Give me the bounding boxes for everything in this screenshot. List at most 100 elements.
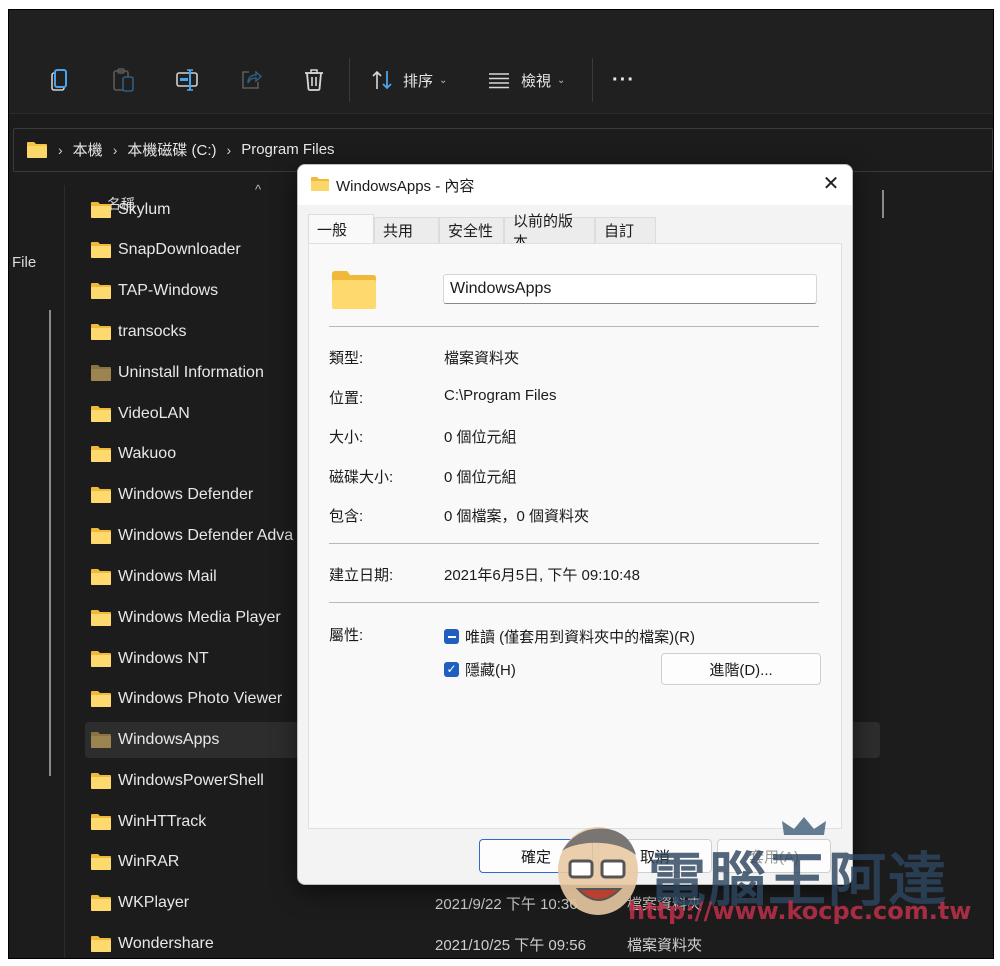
file-name: Wakuoo — [118, 445, 177, 462]
apply-button[interactable]: 套用(A) — [717, 839, 831, 873]
size-label: 大小: — [329, 429, 364, 446]
file-name: Skylum — [118, 201, 171, 218]
tab-security[interactable]: 安全性 — [439, 217, 504, 243]
paste-icon — [113, 68, 134, 92]
divider — [329, 543, 819, 544]
delete-button[interactable] — [303, 65, 325, 95]
file-name: transocks — [118, 323, 187, 340]
folder-icon — [91, 773, 111, 789]
folder-icon — [91, 854, 111, 870]
contains-label: 包含: — [329, 508, 364, 525]
large-folder-icon — [332, 271, 376, 309]
more-options-button[interactable]: ··· — [612, 65, 635, 95]
rename-icon — [176, 69, 198, 91]
file-type: 檔案資料夾 — [627, 895, 703, 913]
file-type: 檔案資料夾 — [627, 936, 703, 954]
file-name: WinHTTrack — [118, 813, 207, 830]
folder-icon — [91, 487, 111, 503]
folder-icon — [91, 895, 111, 911]
more-icon: ··· — [612, 68, 635, 91]
file-name: Windows Mail — [118, 568, 217, 585]
ok-button[interactable]: 確定 — [479, 839, 593, 873]
folder-icon — [91, 651, 111, 667]
toolbar-divider — [349, 58, 350, 102]
dialog-tabs: 一般 共用 安全性 以前的版本 自訂 — [308, 213, 656, 251]
location-value: C:\Program Files — [444, 387, 557, 404]
breadcrumb-chevron-icon: › — [58, 141, 63, 158]
tab-previous-versions[interactable]: 以前的版本 — [504, 213, 595, 251]
contains-value: 0 個檔案，0 個資料夾 — [444, 508, 590, 525]
file-name: WindowsPowerShell — [118, 772, 264, 789]
readonly-label: 唯讀 (僅套用到資料夾中的檔案)(R) — [465, 629, 695, 646]
hidden-checkbox[interactable]: ✓ 隱藏(H) — [444, 659, 516, 680]
folder-icon — [91, 528, 111, 544]
created-label: 建立日期: — [329, 567, 394, 584]
file-name: WindowsApps — [118, 731, 220, 748]
divider — [329, 326, 819, 327]
breadcrumb-local-disk[interactable]: 本機磁碟 (C:) — [127, 139, 216, 160]
paste-button[interactable] — [112, 65, 136, 95]
file-list-row[interactable]: Wondershare 2021/10/25 下午 09:56 檔案資料夾 — [85, 926, 880, 958]
view-button[interactable]: 檢視 ⌄ — [487, 65, 565, 95]
properties-dialog: WindowsApps - 內容 ✕ 一般 共用 安全性 以前的版本 自訂 類型… — [297, 164, 853, 885]
folder-icon — [91, 446, 111, 462]
attributes-label: 屬性: — [329, 627, 364, 644]
folder-icon — [91, 610, 111, 626]
close-button[interactable]: ✕ — [820, 173, 842, 195]
view-label: 檢視 — [521, 72, 552, 90]
chevron-down-icon: ⌄ — [439, 74, 448, 86]
folder-icon — [91, 936, 111, 952]
breadcrumb-program-files[interactable]: Program Files — [241, 141, 334, 158]
checkmark-icon: ✓ — [444, 662, 459, 677]
copy-icon — [51, 69, 67, 91]
folder-icon — [91, 242, 111, 258]
view-lines-icon — [489, 73, 509, 89]
location-label: 位置: — [329, 390, 364, 407]
type-value: 檔案資料夾 — [444, 350, 520, 367]
hidden-label: 隱藏(H) — [465, 662, 516, 679]
file-name: TAP-Windows — [118, 282, 219, 299]
command-bar: 排序 ⌄ 檢視 ⌄ ··· — [9, 10, 993, 114]
nav-pane-scrollbar[interactable] — [49, 310, 51, 776]
folder-icon — [91, 365, 111, 381]
breadcrumb-this-pc[interactable]: 本機 — [73, 139, 103, 160]
file-name: Windows Defender — [118, 486, 254, 503]
folder-icon — [91, 732, 111, 748]
file-list-row[interactable]: WKPlayer 2021/9/22 下午 10:36 檔案資料夾 — [85, 885, 880, 921]
size-on-disk-label: 磁碟大小: — [329, 469, 394, 486]
dialog-titlebar[interactable]: WindowsApps - 內容 ✕ — [298, 165, 852, 205]
file-name: WinRAR — [118, 853, 180, 870]
copy-button[interactable] — [49, 65, 71, 95]
size-value: 0 個位元組 — [444, 429, 517, 446]
divider — [329, 602, 819, 603]
folder-icon — [91, 569, 111, 585]
tab-sharing[interactable]: 共用 — [374, 217, 439, 243]
delete-icon — [305, 69, 323, 91]
readonly-checkbox[interactable]: 唯讀 (僅套用到資料夾中的檔案)(R) — [444, 626, 695, 647]
folder-icon — [27, 141, 47, 158]
file-list-scrollbar[interactable] — [882, 190, 884, 218]
advanced-button[interactable]: 進階(D)... — [661, 653, 821, 685]
file-name: VideoLAN — [118, 405, 190, 422]
nav-pane-item[interactable]: File — [12, 254, 36, 271]
created-value: 2021年6月5日, 下午 09:10:48 — [444, 567, 640, 584]
indeterminate-checkbox-icon — [444, 629, 459, 644]
breadcrumb-chevron-icon: › — [112, 141, 118, 158]
folder-name-input[interactable] — [443, 274, 817, 304]
date-modified: 2021/10/25 下午 09:56 — [435, 936, 586, 954]
sort-button[interactable]: 排序 ⌄ — [371, 65, 447, 95]
tab-customize[interactable]: 自訂 — [595, 217, 656, 243]
file-name: Uninstall Information — [118, 364, 264, 381]
share-button[interactable] — [239, 65, 263, 95]
cancel-button[interactable]: 取消 — [598, 839, 712, 873]
pane-divider[interactable] — [64, 185, 65, 958]
chevron-down-icon: ⌄ — [557, 74, 566, 86]
size-on-disk-value: 0 個位元組 — [444, 469, 517, 486]
rename-button[interactable] — [175, 65, 201, 95]
tab-general[interactable]: 一般 — [308, 214, 374, 243]
file-name: WKPlayer — [118, 894, 190, 911]
file-name: Wondershare — [118, 935, 214, 952]
dialog-title: WindowsApps - 內容 — [336, 178, 475, 195]
general-tab-panel: 類型: 檔案資料夾 位置: C:\Program Files 大小: 0 個位元… — [308, 243, 842, 829]
file-name: Windows Defender Adva — [118, 527, 294, 544]
